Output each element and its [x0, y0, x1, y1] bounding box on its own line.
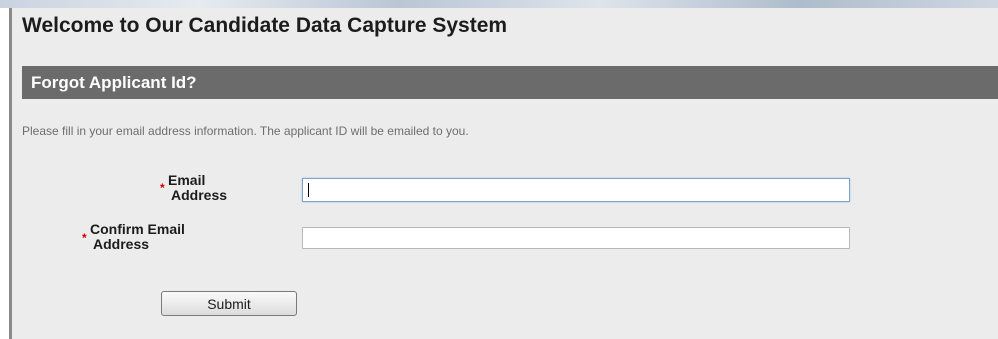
confirm-email-label-line1: Confirm Email: [90, 221, 185, 237]
required-star-icon: *: [82, 231, 87, 245]
confirm-email-address-input[interactable]: [302, 227, 850, 249]
confirm-email-label: Confirm Email Address: [90, 222, 185, 252]
email-label-line2: Address: [171, 187, 228, 203]
email-label: Email Address: [168, 173, 227, 203]
page-title: Welcome to Our Candidate Data Capture Sy…: [22, 14, 508, 37]
section-title: Forgot Applicant Id?: [31, 73, 197, 92]
content-panel: [12, 8, 998, 339]
text-caret: [308, 183, 309, 197]
top-banner-strip: [0, 0, 998, 8]
section-header-bar: Forgot Applicant Id?: [22, 66, 998, 99]
email-address-input[interactable]: [302, 178, 850, 202]
email-label-line1: Email: [168, 172, 206, 188]
instructions-text: Please fill in your email address inform…: [22, 124, 469, 138]
confirm-email-label-line2: Address: [93, 236, 150, 252]
required-star-icon: *: [160, 181, 165, 195]
submit-button[interactable]: Submit: [161, 291, 297, 316]
